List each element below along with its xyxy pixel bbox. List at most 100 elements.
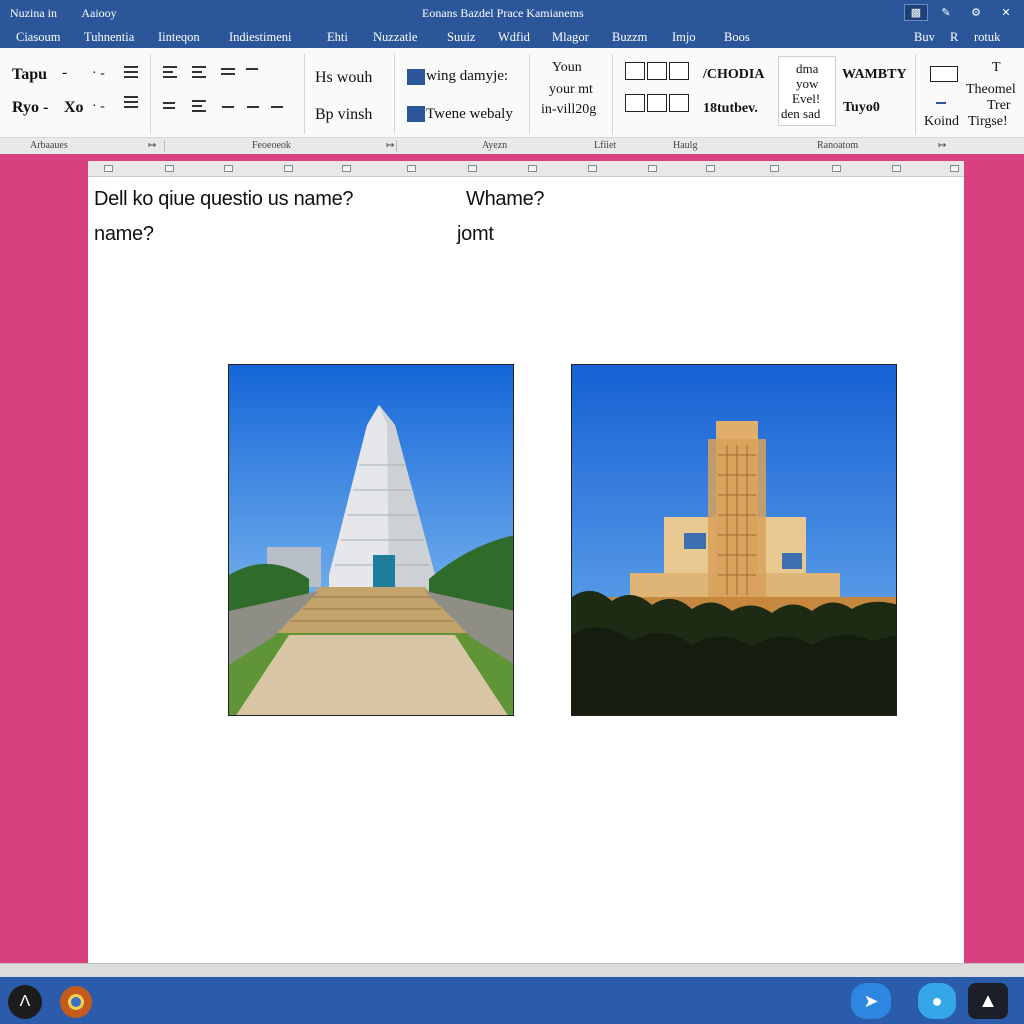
style-item[interactable]: Bp vinsh (315, 106, 372, 124)
ruler-marker[interactable] (468, 165, 477, 172)
font-dot-icon[interactable]: · - (92, 99, 105, 115)
minimize-icon[interactable]: ▩ (904, 4, 928, 21)
insert-item[interactable]: Twene webaly (426, 106, 513, 123)
close-icon[interactable]: ✕ (994, 4, 1018, 21)
ruler-marker[interactable] (950, 165, 959, 172)
menu-right-item[interactable]: R (950, 30, 958, 45)
ruler-marker[interactable] (588, 165, 597, 172)
tab-4[interactable]: Indiestimeni (229, 30, 292, 45)
right-item[interactable]: Theomel (966, 82, 1016, 98)
line-spacing-icon[interactable] (163, 102, 175, 109)
insert-item[interactable]: wing damyje: (426, 68, 508, 85)
menu-right-item[interactable]: rotuk (974, 30, 1000, 45)
theme-icon[interactable] (930, 66, 958, 82)
layout-item[interactable]: /CHODIA (703, 67, 764, 83)
pen-icon[interactable]: ✎ (934, 4, 958, 21)
group-label: Ranoatom (817, 140, 859, 151)
tab-12[interactable]: Boos (724, 30, 750, 45)
tab-9[interactable]: Mlagor (552, 30, 589, 45)
font-dot-icon[interactable]: · - (92, 66, 105, 82)
ruler-marker[interactable] (224, 165, 233, 172)
bullets-icon[interactable] (192, 100, 206, 112)
ruler-marker[interactable] (284, 165, 293, 172)
browser-icon-inner (68, 994, 84, 1010)
doc-text[interactable]: jomt (457, 223, 494, 246)
tab-1[interactable]: Ciasoum (16, 30, 60, 45)
t-icon[interactable]: T (992, 60, 1001, 76)
title-item[interactable]: Aaiooy (81, 6, 116, 20)
group-launcher-icon[interactable]: ↦ (148, 140, 156, 151)
browser-icon[interactable] (60, 986, 92, 1018)
ruler-marker[interactable] (648, 165, 657, 172)
align-left-icon[interactable] (163, 66, 177, 78)
ruler-marker[interactable] (770, 165, 779, 172)
list-icon[interactable] (124, 66, 138, 78)
tab-11[interactable]: Imjo (672, 30, 696, 45)
menu-right-item[interactable]: Buv (914, 30, 935, 45)
document-page[interactable]: Dell ko qiue questio us name? Whame? nam… (88, 177, 964, 963)
theme-bar-icon[interactable] (936, 102, 946, 104)
tab-5[interactable]: Ehti (327, 30, 348, 45)
tab-2[interactable]: Tuhnentia (84, 30, 134, 45)
align-right-icon[interactable] (221, 68, 235, 75)
group-divider (396, 140, 397, 152)
ruler-marker[interactable] (407, 165, 416, 172)
messenger-icon[interactable]: ● (918, 983, 956, 1019)
ruler-marker[interactable] (706, 165, 715, 172)
tab-7[interactable]: Suuiz (447, 30, 475, 45)
text-block-line[interactable]: Youn (552, 60, 582, 76)
tower-photo-right[interactable] (571, 364, 897, 716)
ruler[interactable] (88, 161, 964, 177)
doc-text[interactable]: Dell ko qiue questio us name? (94, 188, 354, 211)
style-card-line: dma (796, 61, 819, 76)
tower-photo-left[interactable] (228, 364, 514, 716)
taskbar: Λ ➤ ● ▲ (0, 977, 1024, 1024)
ruler-marker[interactable] (104, 165, 113, 172)
doc-text[interactable]: Whame? (466, 188, 545, 211)
numbering-icon[interactable] (222, 106, 234, 108)
chart-icons[interactable] (625, 94, 689, 112)
ruler-marker[interactable] (342, 165, 351, 172)
start-icon[interactable]: Λ (8, 985, 42, 1019)
style-item[interactable]: Hs wouh (315, 69, 372, 87)
ruler-marker[interactable] (832, 165, 841, 172)
text-block-line[interactable]: your mt (549, 82, 593, 98)
font-name-box[interactable]: Tapu (12, 66, 47, 84)
ruler-marker[interactable] (165, 165, 174, 172)
tab-6[interactable]: Nuzzatle (373, 30, 417, 45)
send-icon[interactable]: ▲ (968, 983, 1008, 1019)
wordart-item[interactable]: WAMBTY (842, 67, 907, 83)
doc-text[interactable]: name? (94, 223, 154, 246)
bold-dropdown[interactable]: Ryo - (12, 99, 48, 117)
chat-icon[interactable]: ➤ (851, 983, 891, 1019)
align-center-icon[interactable] (192, 66, 206, 78)
tab-3[interactable]: Iinteqon (158, 30, 200, 45)
justify-icon[interactable] (246, 68, 258, 75)
shapes-icons[interactable] (625, 62, 689, 80)
picture-icon[interactable] (407, 69, 425, 85)
shading-icon[interactable] (247, 106, 259, 108)
tab-8[interactable]: Wdfid (498, 30, 530, 45)
indent-icon[interactable] (124, 96, 138, 108)
ruler-marker[interactable] (892, 165, 901, 172)
right-item[interactable]: Tirgse! (968, 114, 1008, 130)
table-icon[interactable] (407, 106, 425, 122)
borders-icon[interactable] (271, 106, 283, 108)
ribbon-divider (150, 54, 151, 134)
status-strip (0, 963, 1024, 977)
right-item[interactable]: Trer (987, 98, 1011, 114)
right-item[interactable]: Koind (924, 114, 959, 130)
style-card-line: Evel! (792, 91, 821, 106)
wordart-item[interactable]: Tuyo0 (843, 100, 880, 116)
font-size-dropdown[interactable]: - (62, 64, 67, 82)
group-launcher-icon[interactable]: ↦ (938, 140, 946, 151)
subscript-button[interactable]: Xo (64, 99, 84, 117)
layout-item[interactable]: 18tutbev. (703, 101, 758, 117)
group-launcher-icon[interactable]: ↦ (386, 140, 394, 151)
tab-10[interactable]: Buzzm (612, 30, 647, 45)
settings-icon[interactable]: ⚙ (964, 4, 988, 21)
text-block-line[interactable]: in-vill20g (541, 102, 596, 118)
ribbon-divider (394, 54, 395, 134)
ruler-marker[interactable] (528, 165, 537, 172)
title-item[interactable]: Nuzina in (10, 6, 57, 20)
